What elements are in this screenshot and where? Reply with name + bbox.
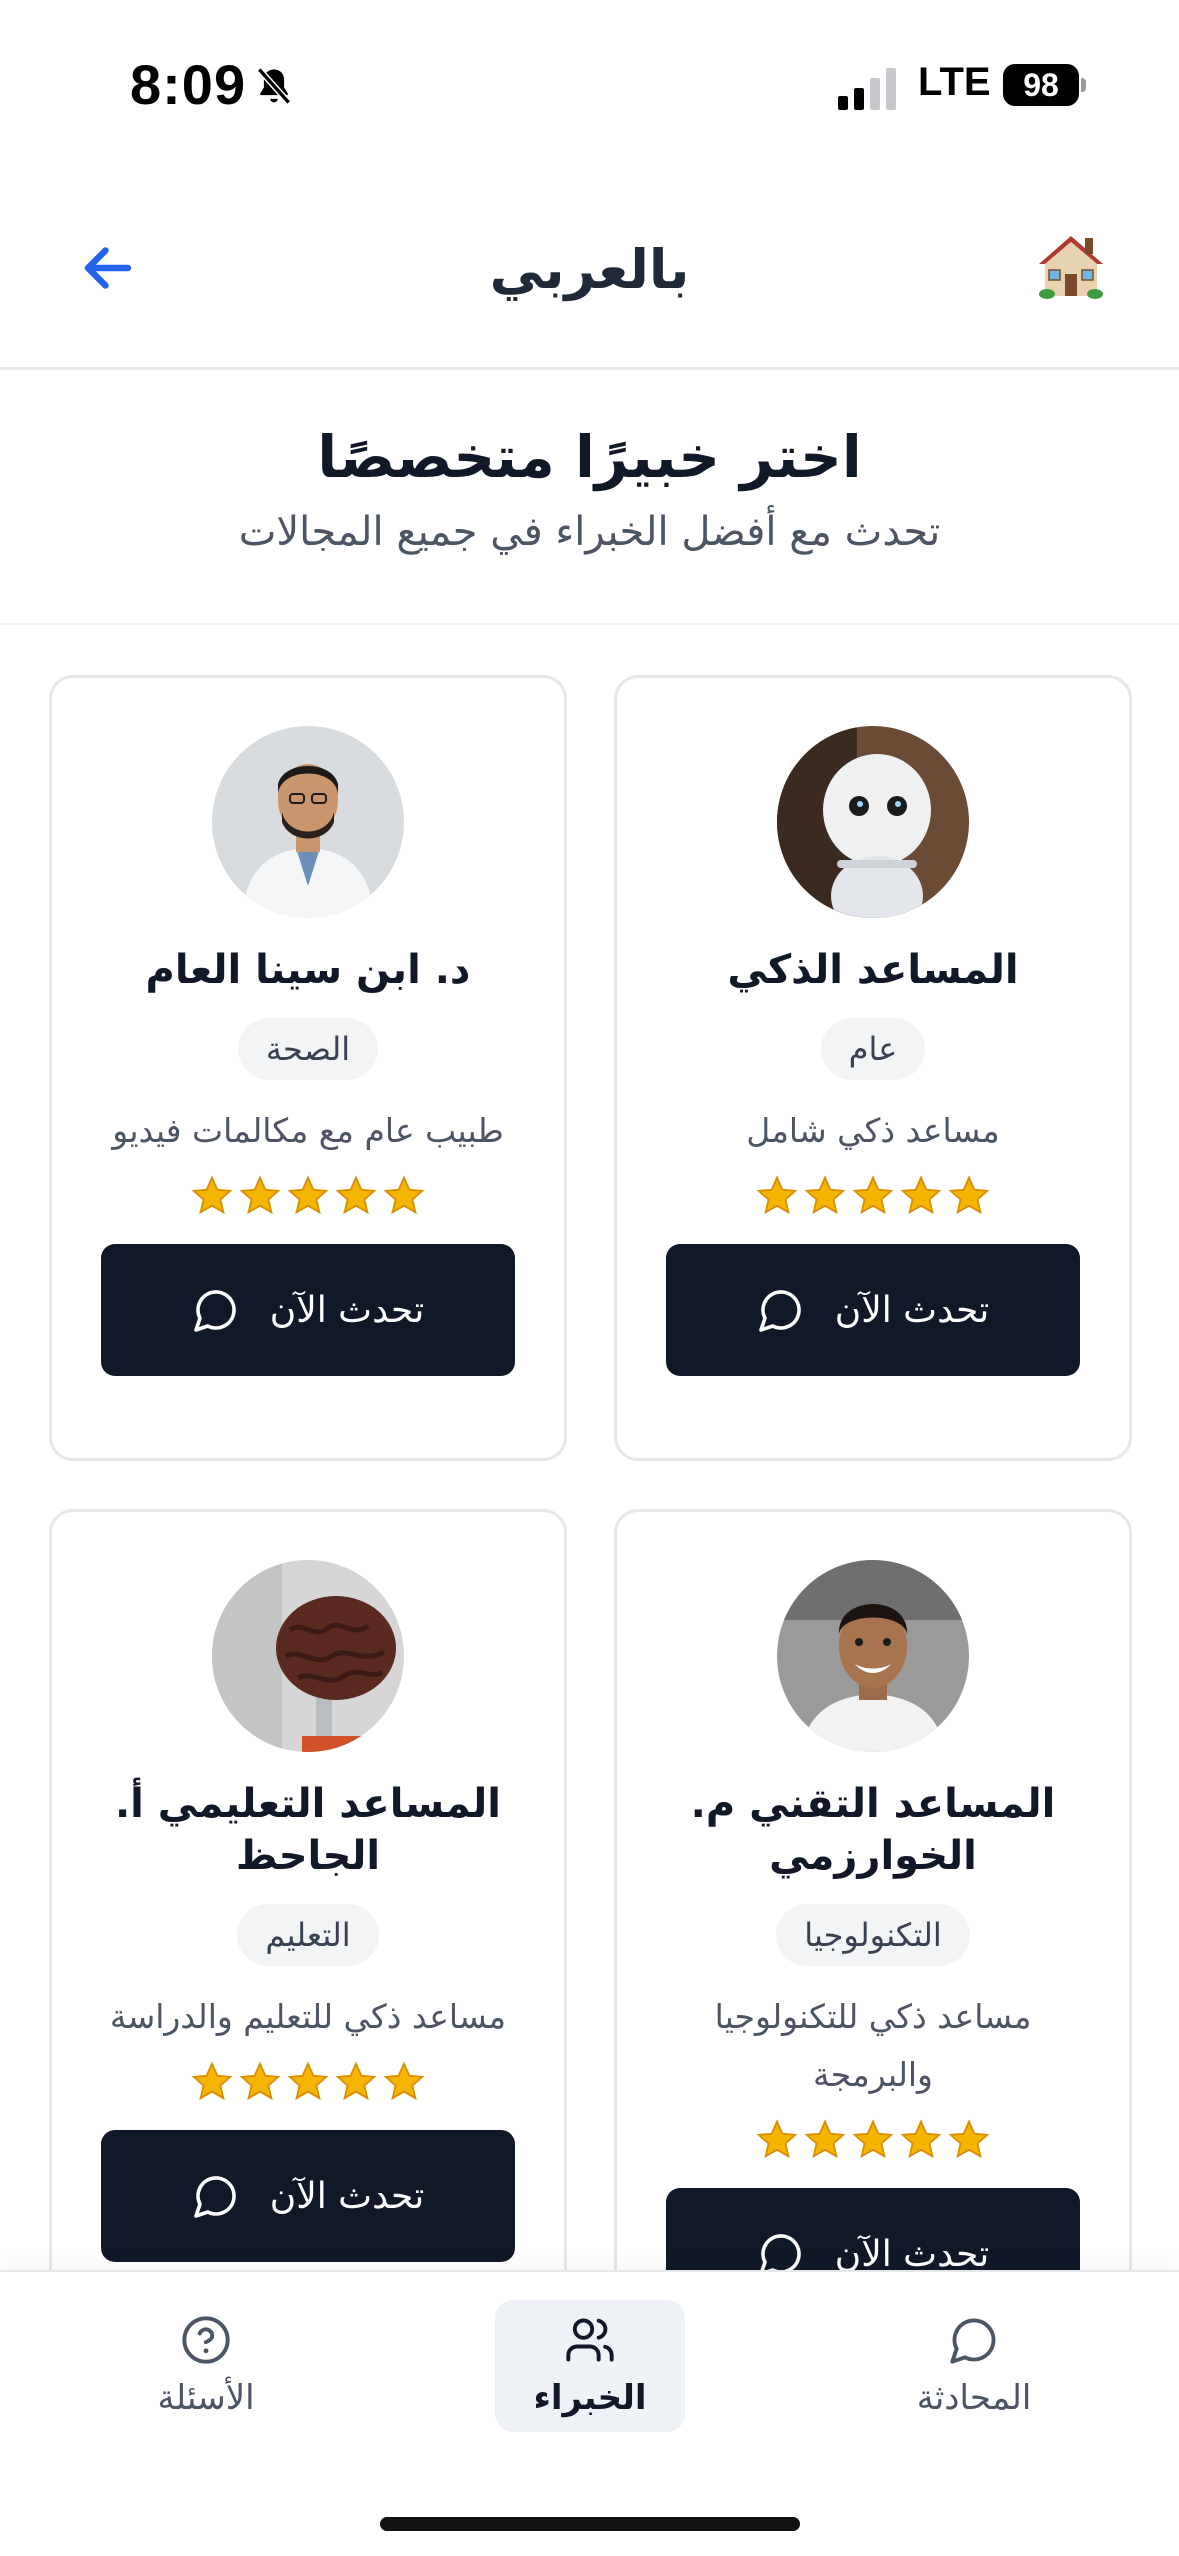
- bell-muted-icon: [257, 67, 291, 105]
- star-icon: [804, 1175, 846, 1215]
- category-badge: التكنولوجيا: [776, 1904, 970, 1966]
- category-badge: عام: [820, 1018, 926, 1080]
- star-icon: [948, 1175, 990, 1215]
- nav-item-chat[interactable]: المحادثة: [879, 2300, 1069, 2432]
- expert-name: د. ابن سينا العام: [145, 947, 471, 993]
- nav-item-questions[interactable]: الأسئلة: [111, 2300, 301, 2432]
- expert-card-education-assistant[interactable]: المساعد التعليمي أ. الجاحظ التعليم مساعد…: [49, 1509, 567, 2329]
- expert-name: المساعد التعليمي أ. الجاحظ: [114, 1781, 502, 1879]
- star-icon: [804, 2119, 846, 2159]
- star-icon: [852, 1175, 894, 1215]
- star-icon: [239, 1175, 281, 1215]
- category-badge: التعليم: [237, 1904, 379, 1966]
- network-type: LTE: [918, 60, 991, 104]
- message-circle-icon: [193, 1290, 236, 1332]
- status-bar: 8:09 LTE 98: [0, 0, 1179, 170]
- expert-name: المساعد التقني م. الخوارزمي: [690, 1781, 1056, 1879]
- avatar-robot: [777, 726, 969, 918]
- intro-section: اختر خبيرًا متخصصًا تحدث مع أفضل الخبراء…: [0, 373, 1179, 625]
- help-circle-icon: [182, 2316, 230, 2364]
- star-icon: [191, 2061, 233, 2101]
- star-icon: [383, 2061, 425, 2101]
- expert-card-smart-assistant[interactable]: المساعد الذكي عام مساعد ذكي شامل تحدث ال…: [614, 675, 1132, 1461]
- star-icon: [900, 1175, 942, 1215]
- star-icon: [335, 1175, 377, 1215]
- status-time: 8:09: [130, 53, 247, 116]
- star-icon: [948, 2119, 990, 2159]
- avatar-tech-expert: [777, 1560, 969, 1752]
- star-icon: [191, 1175, 233, 1215]
- nav-item-experts[interactable]: الخبراء: [495, 2300, 685, 2432]
- home-indicator: [380, 2517, 800, 2531]
- expert-description: طبيب عام مع مكالمات فيديو: [112, 1111, 504, 1150]
- message-circle-icon: [950, 2318, 996, 2364]
- nav-label-questions: الأسئلة: [157, 2378, 255, 2418]
- message-circle-icon: [758, 1290, 801, 1332]
- chat-now-label: تحدث الآن: [269, 1289, 425, 1331]
- page-subtitle: تحدث مع أفضل الخبراء في جميع المجالات: [238, 509, 941, 555]
- message-circle-icon: [193, 2176, 236, 2218]
- arrow-left-icon[interactable]: [78, 238, 138, 298]
- star-icon: [383, 1175, 425, 1215]
- expert-description: مساعد ذكي للتكنولوجيا والبرمجة: [714, 1997, 1032, 2094]
- bottom-nav: الأسئلة الخبراء المحادثة: [0, 2270, 1179, 2556]
- rating-stars: [617, 1168, 1129, 1224]
- star-icon: [852, 2119, 894, 2159]
- star-icon: [335, 2061, 377, 2101]
- star-icon: [287, 1175, 329, 1215]
- expert-description: مساعد ذكي شامل: [746, 1111, 1000, 1150]
- category-badge: الصحة: [237, 1018, 379, 1080]
- cellular-signal-icon: [838, 68, 896, 110]
- star-icon: [756, 2119, 798, 2159]
- expert-description: مساعد ذكي للتعليم والدراسة: [109, 1997, 507, 2036]
- users-icon: [566, 2318, 614, 2362]
- app-title: بالعربي: [489, 238, 690, 301]
- chat-now-label: تحدث الآن: [269, 2175, 425, 2217]
- star-icon: [756, 1175, 798, 1215]
- nav-label-experts: الخبراء: [533, 2378, 647, 2418]
- expert-name: المساعد الذكي: [727, 947, 1019, 993]
- rating-stars: [52, 2054, 564, 2110]
- star-icon: [287, 2061, 329, 2101]
- chat-now-button[interactable]: تحدث الآن: [101, 1244, 515, 1376]
- app-header: بالعربي: [0, 170, 1179, 370]
- star-icon: [239, 2061, 281, 2101]
- expert-card-ibn-sina[interactable]: د. ابن سينا العام الصحة طبيب عام مع مكال…: [49, 675, 567, 1461]
- battery-indicator: 98: [1003, 64, 1086, 106]
- rating-stars: [52, 1168, 564, 1224]
- nav-label-chat: المحادثة: [916, 2378, 1032, 2418]
- avatar-doctor: [212, 726, 404, 918]
- chat-now-button[interactable]: تحدث الآن: [101, 2130, 515, 2262]
- avatar-brain: [212, 1560, 404, 1752]
- chat-now-label: تحدث الآن: [834, 1289, 990, 1331]
- chat-now-label: تحدث الآن: [834, 2233, 990, 2275]
- rating-stars: [617, 2112, 1129, 2168]
- star-icon: [900, 2119, 942, 2159]
- chat-now-button[interactable]: تحدث الآن: [666, 1244, 1080, 1376]
- page-title: اختر خبيرًا متخصصًا: [317, 423, 862, 491]
- expert-card-tech-assistant[interactable]: المساعد التقني م. الخوارزمي التكنولوجيا …: [614, 1509, 1132, 2329]
